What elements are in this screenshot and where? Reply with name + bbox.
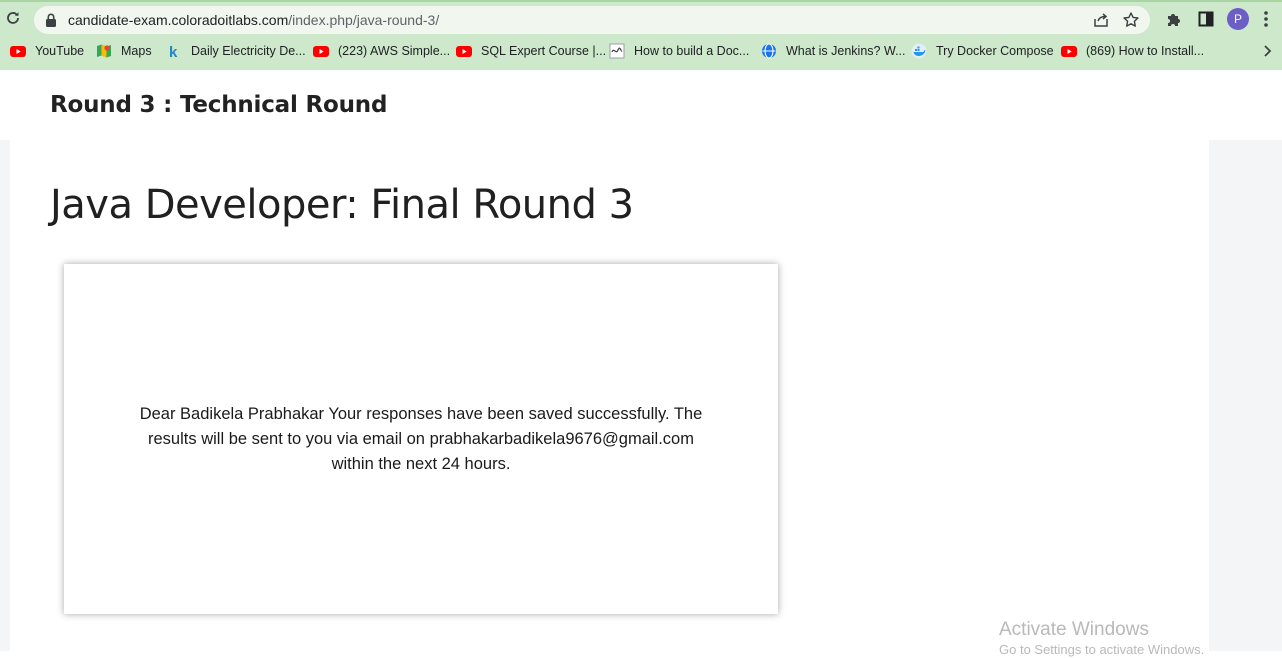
address-bar[interactable]: candidate-exam.coloradoitlabs.com/index.… <box>34 6 1150 34</box>
docker-icon <box>911 43 927 59</box>
bookmarks-bar: YouTube Maps k Daily Electricity De... (… <box>0 38 1282 64</box>
bookmark-label: (223) AWS Simple... <box>338 44 451 58</box>
share-icon[interactable] <box>1092 11 1110 29</box>
bookmark-docker-compose[interactable]: Try Docker Compose <box>911 41 1054 61</box>
bookmark-jenkins[interactable]: What is Jenkins? W... <box>761 41 905 61</box>
globe-icon <box>762 43 776 59</box>
browser-toolbar: candidate-exam.coloradoitlabs.com/index.… <box>0 2 1282 36</box>
browser-menu-icon[interactable] <box>1263 10 1269 28</box>
watermark-title: Activate Windows <box>999 619 1149 640</box>
bookmark-sql-expert[interactable]: SQL Expert Course |... <box>456 41 606 61</box>
site-title[interactable]: Round 3 : Technical Round <box>50 92 387 118</box>
youtube-icon <box>10 46 26 57</box>
bookmark-label: SQL Expert Course |... <box>481 44 607 58</box>
bookmark-label: (869) How to Install... <box>1086 44 1205 58</box>
bookmark-label: Try Docker Compose <box>936 44 1054 58</box>
k-icon: k <box>169 44 178 59</box>
reload-icon <box>7 12 19 24</box>
lock-icon[interactable] <box>44 12 58 28</box>
bookmark-how-to-install[interactable]: (869) How to Install... <box>1061 41 1204 61</box>
youtube-icon <box>1061 46 1077 57</box>
svg-text:k: k <box>169 44 178 59</box>
confirmation-card: Dear Badikela Prabhakar Your responses h… <box>64 264 778 614</box>
youtube-icon <box>313 46 329 57</box>
bookmark-label: Daily Electricity De... <box>191 44 306 58</box>
url-text[interactable]: candidate-exam.coloradoitlabs.com/index.… <box>68 12 439 28</box>
maps-icon <box>97 44 111 58</box>
bookmark-daily-electricity[interactable]: k Daily Electricity De... <box>166 41 306 61</box>
bookmark-aws-simple[interactable]: (223) AWS Simple... <box>313 41 450 61</box>
bookmark-star-icon[interactable] <box>1122 11 1140 29</box>
watermark-subtitle: Go to Settings to activate Windows. <box>999 642 1205 657</box>
bookmark-label: How to build a Doc... <box>634 44 750 58</box>
doc-icon <box>609 43 625 59</box>
bookmark-youtube[interactable]: YouTube <box>10 41 84 61</box>
web-page: Round 3 : Technical Round Java Developer… <box>0 70 1282 657</box>
activate-windows-watermark: Activate Windows Go to Settings to activ… <box>999 618 1204 658</box>
bookmark-build-doc[interactable]: How to build a Doc... <box>609 41 749 61</box>
url-path: /index.php/java-round-3/ <box>288 12 440 28</box>
youtube-icon <box>456 46 472 57</box>
bookmark-label: Maps <box>121 44 152 58</box>
main-content: Java Developer: Final Round 3 Dear Badik… <box>10 140 1209 651</box>
bookmark-label: What is Jenkins? W... <box>786 44 906 58</box>
confirmation-message: Dear Badikela Prabhakar Your responses h… <box>139 404 703 473</box>
page-title: Java Developer: Final Round 3 <box>50 182 634 228</box>
bookmark-maps[interactable]: Maps <box>96 41 152 61</box>
side-panel-icon[interactable] <box>1198 11 1214 27</box>
chevron-right-icon[interactable] <box>1262 44 1274 58</box>
extensions-puzzle-icon[interactable] <box>1166 11 1182 27</box>
bookmark-label: YouTube <box>35 44 85 58</box>
reload-button[interactable] <box>3 8 23 28</box>
browser-chrome: candidate-exam.coloradoitlabs.com/index.… <box>0 0 1282 70</box>
url-host: candidate-exam.coloradoitlabs.com <box>68 12 289 28</box>
profile-avatar[interactable]: P <box>1227 8 1249 30</box>
